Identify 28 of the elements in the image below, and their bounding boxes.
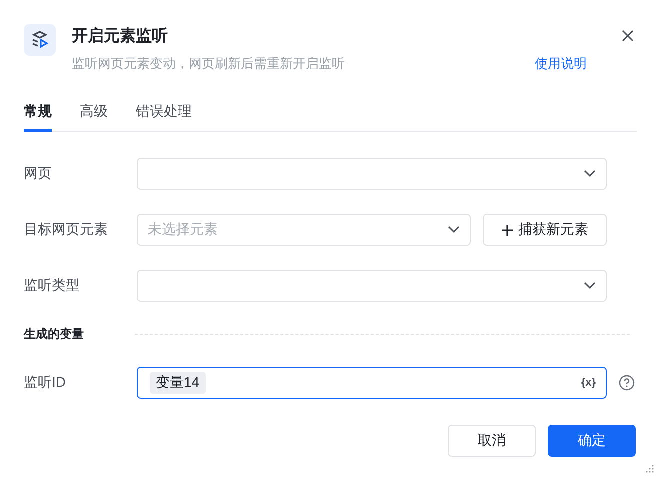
chevron-down-icon <box>584 170 596 178</box>
confirm-button[interactable]: 确定 <box>548 425 636 457</box>
dialog-title: 开启元素监听 <box>72 26 169 47</box>
cancel-button[interactable]: 取消 <box>448 425 536 457</box>
tab[interactable]: 常规 <box>24 103 52 132</box>
placeholder-text: 未选择元素 <box>148 221 218 239</box>
field-label: 监听ID <box>24 374 67 392</box>
dialog-subtitle: 监听网页元素变动，网页刷新后需重新开启监听 <box>72 55 345 73</box>
close-button[interactable] <box>620 28 636 44</box>
resize-grip-icon <box>646 465 654 473</box>
help-link[interactable]: 使用说明 <box>535 55 587 73</box>
select-field[interactable] <box>137 270 607 302</box>
capture-button[interactable]: 捕获新元素 <box>483 214 607 246</box>
section-title: 生成的变量 <box>24 326 85 343</box>
select-field[interactable] <box>137 158 607 190</box>
variable-field[interactable]: 变量14 {x} <box>137 367 607 399</box>
help-icon[interactable] <box>619 375 635 391</box>
field-label: 目标网页元素 <box>24 221 109 239</box>
chevron-down-icon <box>448 226 460 234</box>
variable-token: 变量14 <box>150 372 206 394</box>
tab[interactable]: 高级 <box>80 103 108 132</box>
chevron-down-icon <box>584 282 596 290</box>
variable-button[interactable]: {x} <box>581 377 596 389</box>
layers-play-icon <box>24 24 56 56</box>
field-label: 网页 <box>24 165 53 183</box>
tab[interactable]: 错误处理 <box>136 103 192 132</box>
field-label: 监听类型 <box>24 277 81 295</box>
plus-icon <box>502 224 512 236</box>
